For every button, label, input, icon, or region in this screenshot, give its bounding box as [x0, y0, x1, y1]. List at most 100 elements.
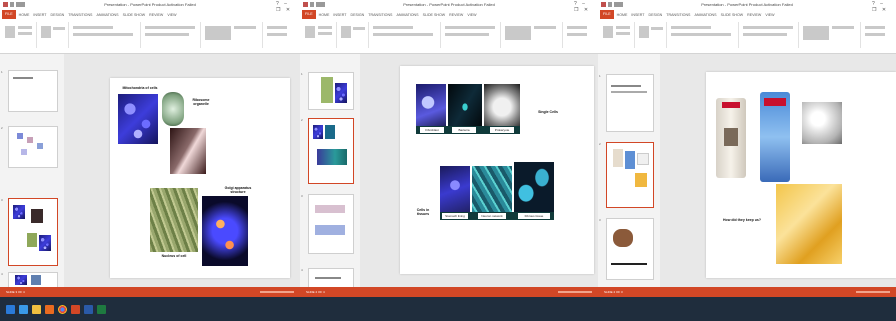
slide-number: 4 — [301, 268, 303, 272]
nucleus-image[interactable] — [202, 196, 248, 266]
tab-view[interactable]: VIEW — [167, 13, 176, 17]
cell-image-1[interactable] — [416, 84, 446, 130]
tissue-image-1[interactable] — [440, 166, 470, 214]
clipboard-group[interactable] — [302, 22, 337, 48]
powerpoint-taskbar-icon[interactable] — [71, 304, 80, 314]
windows-taskbar — [0, 297, 896, 321]
slide-thumbnail[interactable] — [606, 74, 654, 132]
paragraph-group[interactable] — [442, 22, 501, 48]
chrome-icon[interactable] — [58, 304, 67, 314]
image-label: Ribosome organelle — [192, 98, 210, 106]
slides-group[interactable] — [38, 22, 69, 48]
slide-thumbnail[interactable] — [606, 218, 654, 280]
ribbon-tabs: FILE HOME INSERT DESIGN TRANSITIONS ANIM… — [0, 10, 300, 19]
tab-transitions[interactable]: TRANSITIONS — [666, 13, 690, 17]
window-controls[interactable]: ? – ❐ ✕ — [872, 1, 894, 13]
cell-image-3[interactable] — [484, 84, 520, 130]
tissue-image-3[interactable] — [514, 162, 554, 214]
slide-canvas[interactable]: Fibroblast Bacteria Prokaryote Single Ce… — [400, 66, 594, 274]
tab-slide-show[interactable]: SLIDE SHOW — [423, 13, 446, 17]
drawing-group[interactable] — [800, 22, 861, 48]
zoom-slider[interactable] — [558, 291, 592, 293]
slide-thumbnail[interactable] — [308, 194, 354, 254]
image-caption: Fibrous tissue — [518, 213, 550, 219]
slide-canvas[interactable]: How did they keep us? — [706, 72, 896, 278]
tissue-image[interactable] — [150, 188, 198, 252]
salt-container-image[interactable] — [716, 98, 746, 178]
cell-image-2[interactable] — [448, 84, 482, 130]
clipboard-group[interactable] — [2, 22, 37, 48]
tab-transitions[interactable]: TRANSITIONS — [68, 13, 92, 17]
slide-thumbnail[interactable] — [8, 126, 58, 168]
tab-file[interactable]: FILE — [600, 10, 614, 19]
ribbon — [598, 19, 896, 54]
clipboard-group[interactable] — [600, 22, 635, 48]
window-controls[interactable]: ? – ❐ ✕ — [574, 1, 596, 13]
slide-number: 3 — [599, 218, 601, 222]
slide-thumbnail-selected[interactable] — [308, 118, 354, 184]
drawing-group[interactable] — [202, 22, 263, 48]
tab-design[interactable]: DESIGN — [351, 13, 365, 17]
tissue-image-2[interactable] — [472, 166, 512, 214]
slide-thumbnail-selected[interactable] — [8, 198, 58, 266]
slide-canvas[interactable]: Mitochondria of cells Ribosome organelle… — [110, 78, 290, 278]
tab-design[interactable]: DESIGN — [51, 13, 65, 17]
tab-home[interactable]: HOME — [617, 13, 628, 17]
folder-icon[interactable] — [32, 304, 41, 314]
zoom-slider[interactable] — [260, 291, 294, 293]
tab-review[interactable]: REVIEW — [449, 13, 463, 17]
slide-thumbnail[interactable] — [8, 70, 58, 112]
editing-group[interactable] — [564, 22, 596, 48]
font-group[interactable] — [70, 22, 141, 48]
powerpoint-window-1: Presentation - PowerPoint Product Activa… — [0, 0, 301, 297]
tab-file[interactable]: FILE — [302, 10, 316, 19]
drawing-group[interactable] — [502, 22, 563, 48]
font-group[interactable] — [370, 22, 441, 48]
tab-insert[interactable]: INSERT — [33, 13, 46, 17]
editing-group[interactable] — [862, 22, 894, 48]
tab-animations[interactable]: ANIMATIONS — [96, 13, 118, 17]
window-title: Presentation - PowerPoint Product Activa… — [701, 2, 793, 7]
salt-crystals-image[interactable] — [802, 102, 842, 144]
paragraph-group[interactable] — [740, 22, 799, 48]
slide-thumbnail[interactable] — [308, 72, 354, 110]
cheese-image[interactable] — [776, 184, 842, 264]
golgi-image[interactable] — [170, 128, 206, 174]
tab-home[interactable]: HOME — [319, 13, 330, 17]
slide-number: 1 — [301, 72, 303, 76]
tab-transitions[interactable]: TRANSITIONS — [368, 13, 392, 17]
font-group[interactable] — [668, 22, 739, 48]
powerpoint-window-2: Presentation - PowerPoint Product Activa… — [300, 0, 599, 297]
tab-slide-show[interactable]: SLIDE SHOW — [721, 13, 744, 17]
tab-view[interactable]: VIEW — [765, 13, 774, 17]
start-button[interactable] — [6, 304, 15, 314]
ribosome-image[interactable] — [162, 92, 184, 126]
tab-animations[interactable]: ANIMATIONS — [694, 13, 716, 17]
tab-insert[interactable]: INSERT — [333, 13, 346, 17]
tab-design[interactable]: DESIGN — [649, 13, 663, 17]
tab-review[interactable]: REVIEW — [149, 13, 163, 17]
media-player-icon[interactable] — [45, 304, 54, 314]
slides-group[interactable] — [338, 22, 369, 48]
slide-thumbnail-selected[interactable] — [606, 142, 654, 208]
tab-file[interactable]: FILE — [2, 10, 16, 19]
salt-bag-image[interactable] — [760, 92, 790, 182]
tab-insert[interactable]: INSERT — [631, 13, 644, 17]
ribbon — [300, 19, 598, 54]
tab-view[interactable]: VIEW — [467, 13, 476, 17]
word-icon[interactable] — [84, 304, 93, 314]
tab-review[interactable]: REVIEW — [747, 13, 761, 17]
excel-icon[interactable] — [97, 304, 106, 314]
zoom-slider[interactable] — [856, 291, 890, 293]
tab-home[interactable]: HOME — [19, 13, 30, 17]
window-controls[interactable]: ? – ❐ ✕ — [276, 1, 298, 13]
editing-group[interactable] — [264, 22, 296, 48]
tab-animations[interactable]: ANIMATIONS — [396, 13, 418, 17]
ie-icon[interactable] — [19, 304, 28, 314]
image-label: Mitochondria of cells — [122, 86, 158, 90]
tab-slide-show[interactable]: SLIDE SHOW — [123, 13, 146, 17]
slides-group[interactable] — [636, 22, 667, 48]
slide-label-single-cells: Single Cells — [538, 110, 558, 114]
paragraph-group[interactable] — [142, 22, 201, 48]
mitochondria-image[interactable] — [118, 94, 158, 144]
